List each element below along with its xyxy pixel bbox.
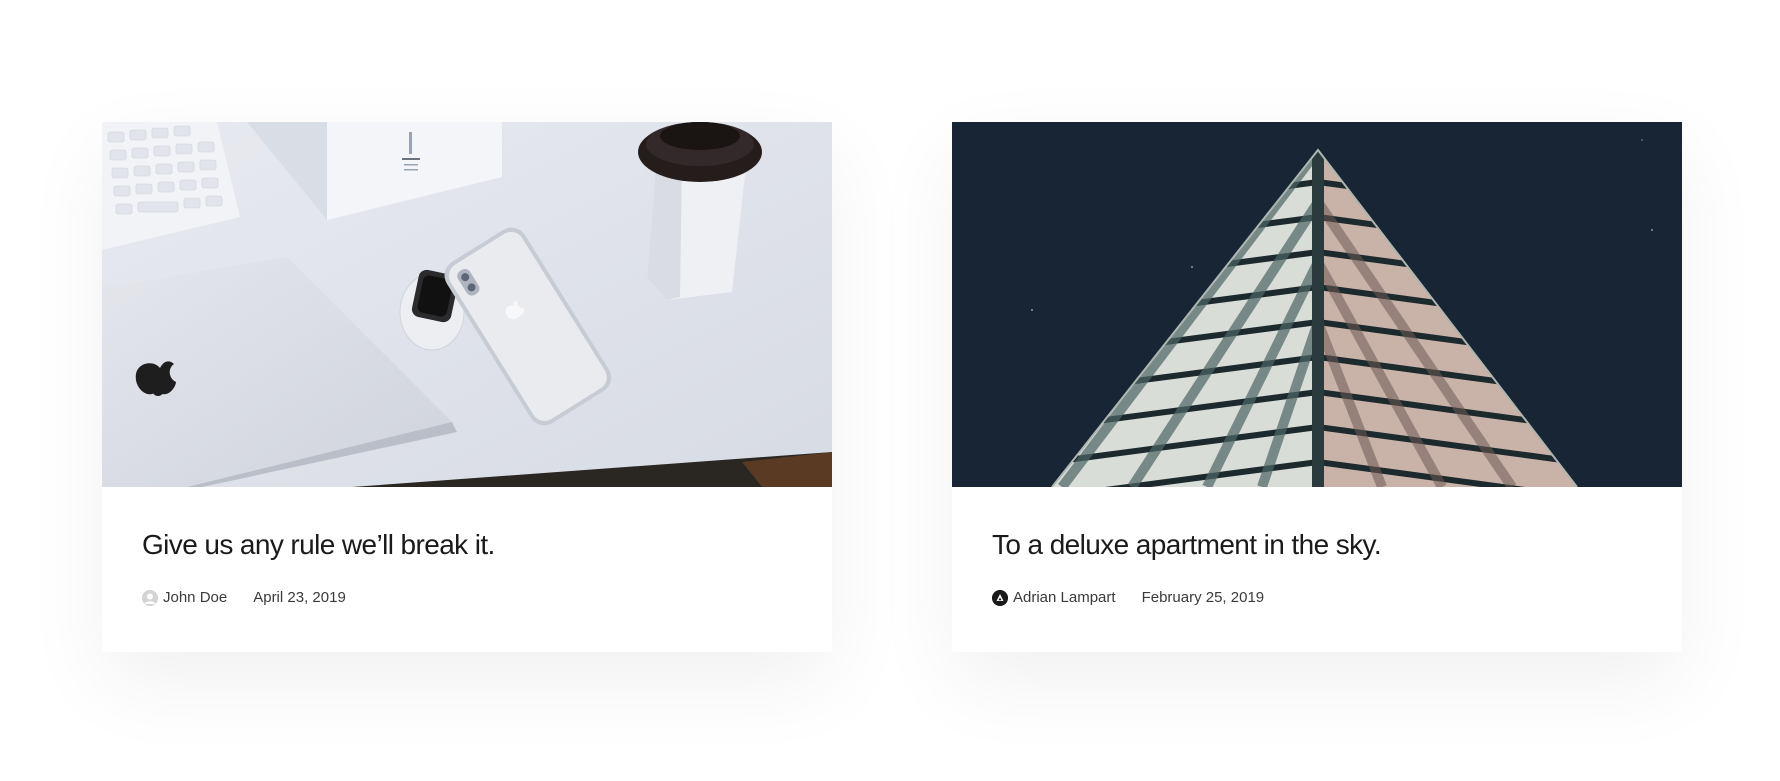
post-card-body: Give us any rule we’ll break it. John Do…	[102, 487, 832, 606]
post-card-2: To a deluxe apartment in the sky. Adrian…	[952, 122, 1682, 652]
post-meta: Adrian Lampart February 25, 2019	[992, 589, 1642, 606]
post-card-body: To a deluxe apartment in the sky. Adrian…	[952, 487, 1682, 606]
post-author[interactable]: John Doe	[142, 589, 227, 606]
post-meta: John Doe April 23, 2019	[142, 589, 792, 606]
post-image-building-triangle[interactable]	[952, 122, 1682, 487]
post-card-1: Give us any rule we’ll break it. John Do…	[102, 122, 832, 652]
post-author-name: Adrian Lampart	[1013, 589, 1116, 606]
post-date[interactable]: April 23, 2019	[253, 589, 346, 606]
post-title[interactable]: To a deluxe apartment in the sky.	[992, 527, 1642, 563]
post-author[interactable]: Adrian Lampart	[992, 589, 1116, 606]
user-silhouette-icon	[142, 589, 158, 606]
post-author-name: John Doe	[163, 589, 228, 606]
post-title[interactable]: Give us any rule we’ll break it.	[142, 527, 792, 563]
blog-post-grid: Give us any rule we’ll break it. John Do…	[0, 0, 1780, 781]
logo-a-icon	[992, 589, 1008, 606]
post-image-desk-devices[interactable]	[102, 122, 832, 487]
post-date[interactable]: February 25, 2019	[1142, 589, 1265, 606]
